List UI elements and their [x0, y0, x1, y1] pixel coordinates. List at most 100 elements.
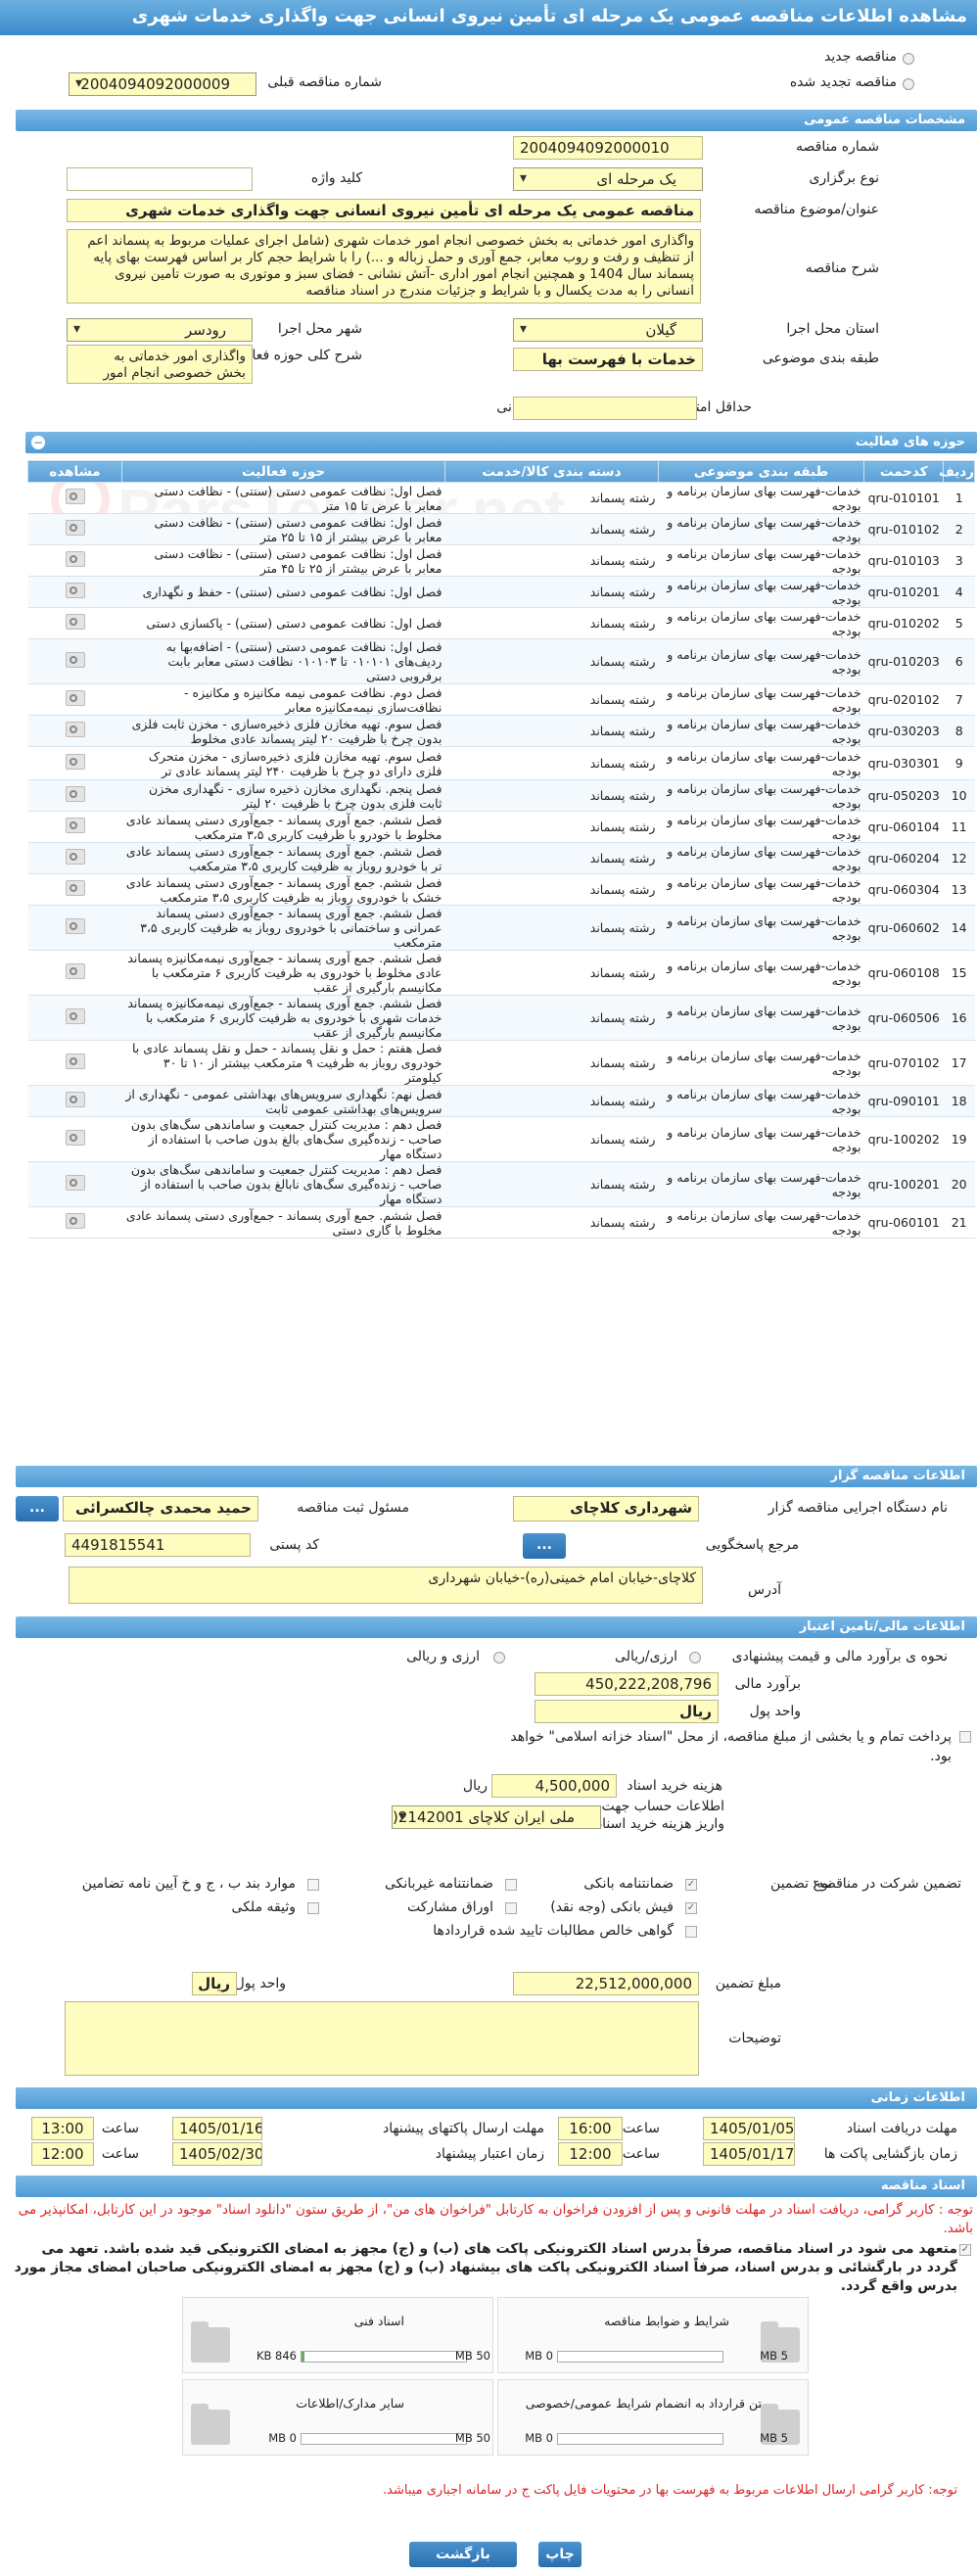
view-icon[interactable] — [65, 1008, 85, 1024]
new-tender-radio[interactable] — [903, 53, 914, 65]
row-code: qru-010103 — [863, 544, 944, 577]
doc-terms-size: 0 MB — [525, 2349, 553, 2363]
doc-terms[interactable]: شرایط و ضوابط مناقصه 0 MB 5 MB — [497, 2297, 809, 2373]
table-header-2: طبقه بندی موضوعی — [657, 460, 865, 483]
folder-icon — [191, 2404, 230, 2445]
category-label: طبقه بندی موضوعی — [762, 351, 879, 366]
province-select[interactable]: گیلان — [513, 318, 703, 342]
table-row: 20 qru-100201 خدمات-فهرست بهای سازمان برنا… — [27, 1161, 975, 1207]
view-icon[interactable] — [65, 614, 85, 630]
g4-label: فیش بانکی (وجه نقد) — [550, 1899, 674, 1915]
back-button[interactable]: بازگشت — [409, 2542, 517, 2567]
doc-other[interactable]: سایر مدارک/اطلاعات 0 MB 50 MB — [182, 2379, 493, 2456]
tender-type-select[interactable]: یک مرحله ای — [513, 167, 703, 191]
row-category: خدمات-فهرست بهای سازمان برنامه و بودجه — [658, 638, 864, 684]
doc-other-size: 0 MB — [268, 2431, 297, 2445]
row-number: 13 — [943, 873, 975, 906]
table-row: 1 qru-010101 خدمات-فهرست بهای سازمان برنام… — [27, 482, 975, 514]
row-category: خدمات-فهرست بهای سازمان برنامه و بودجه — [658, 950, 864, 996]
doc-other-max: 50 MB — [454, 2431, 490, 2445]
row-activity: فصل اول: نظافت عمومی دستی (سنتی) - پاکسا… — [121, 607, 445, 639]
view-icon[interactable] — [65, 489, 85, 504]
view-cell — [27, 1116, 122, 1162]
row-code: qru-060108 — [863, 950, 944, 996]
g5-checkbox[interactable] — [505, 1902, 517, 1914]
treasury-checkbox[interactable] — [959, 1731, 971, 1743]
view-icon[interactable] — [65, 583, 85, 598]
row-category: خدمات-فهرست بهای سازمان برنامه و بودجه — [658, 1085, 864, 1117]
account-select[interactable]: ملی ایران کلاچای 2142001( — [392, 1805, 601, 1829]
rial-radio[interactable] — [689, 1652, 701, 1663]
row-category: خدمات-فهرست بهای سازمان برنامه و بودجه — [658, 683, 864, 716]
row-number: 15 — [943, 950, 975, 996]
view-cell — [27, 638, 122, 684]
postal-field: 4491815541 — [65, 1533, 251, 1557]
g6-checkbox[interactable] — [307, 1902, 319, 1914]
view-icon[interactable] — [65, 1213, 85, 1229]
row-number: 18 — [943, 1085, 975, 1117]
keyword-input[interactable] — [67, 167, 253, 191]
row-activity: فصل دهم : مدیریت کنترل جمعیت و ساماندهی … — [121, 1161, 445, 1207]
row-number: 10 — [943, 779, 975, 812]
row-code: qru-060506 — [863, 995, 944, 1041]
ref-more-button[interactable]: ... — [523, 1533, 566, 1559]
row-code: qru-010202 — [863, 607, 944, 639]
responsible-more-button[interactable]: ... — [16, 1496, 59, 1522]
collapse-icon[interactable]: − — [31, 436, 45, 449]
commit-checkbox[interactable]: ✓ — [959, 2244, 971, 2256]
view-icon[interactable] — [65, 963, 85, 979]
notes-field — [65, 2001, 699, 2076]
estimate-type-label: نحوه ی برآورد مالی و قیمت پیشنهادی — [731, 1649, 948, 1664]
recv-time-label: ساعت — [622, 2121, 660, 2136]
table-row: 4 qru-010201 خدمات-فهرست بهای سازمان برنام… — [27, 576, 975, 608]
view-icon[interactable] — [65, 1175, 85, 1191]
keyword-label: کلید واژه — [310, 170, 362, 186]
table-row: 9 qru-030301 خدمات-فهرست بهای سازمان برنام… — [27, 746, 975, 780]
city-select[interactable]: رودسر — [67, 318, 253, 342]
g3-checkbox[interactable] — [307, 1879, 319, 1891]
row-code: qru-060104 — [863, 811, 944, 843]
fx-rial-radio[interactable] — [493, 1652, 505, 1663]
g4-checkbox[interactable]: ✓ — [685, 1902, 697, 1914]
view-icon[interactable] — [65, 652, 85, 668]
view-icon[interactable] — [65, 880, 85, 896]
row-category: خدمات-فهرست بهای سازمان برنامه و بودجه — [658, 715, 864, 747]
view-icon[interactable] — [65, 1054, 85, 1069]
view-icon[interactable] — [65, 690, 85, 706]
doc-contract-bar — [557, 2433, 723, 2445]
view-icon[interactable] — [65, 818, 85, 833]
view-icon[interactable] — [65, 722, 85, 737]
table-row: 12 qru-060204 خدمات-فهرست بهای سازمان برنا… — [27, 842, 975, 874]
view-icon[interactable] — [65, 1130, 85, 1146]
table-row: 2 qru-010102 خدمات-فهرست بهای سازمان برنام… — [27, 513, 975, 545]
view-icon[interactable] — [65, 918, 85, 934]
print-button[interactable]: چاپ — [538, 2542, 582, 2567]
g2-checkbox[interactable] — [505, 1879, 517, 1891]
row-group: رشته پسماند — [444, 950, 659, 996]
prev-number-select[interactable]: 2004094092000009 — [69, 72, 256, 96]
table-header-1: کدحمت — [863, 460, 945, 483]
row-category: خدمات-فهرست بهای سازمان برنامه و بودجه — [658, 482, 864, 514]
table-row: 14 qru-060602 خدمات-فهرست بهای سازمان برنا… — [27, 905, 975, 951]
view-icon[interactable] — [65, 1092, 85, 1107]
org-field: شهرداری کلاچای — [513, 1496, 699, 1522]
g7-checkbox[interactable] — [685, 1926, 697, 1938]
doc-other-title: سایر مدارک/اطلاعات — [296, 2396, 404, 2411]
doc-contract[interactable]: متن قرارداد به انضمام شرایط عمومی/خصوصی … — [497, 2379, 809, 2456]
doc-technical[interactable]: اسناد فنی 846 KB 50 MB — [182, 2297, 493, 2373]
row-number: 2 — [943, 513, 975, 545]
row-activity: فصل ششم. جمع آوری پسماند - جمع‌آوری دستی… — [121, 842, 445, 874]
view-icon[interactable] — [65, 551, 85, 567]
view-icon[interactable] — [65, 754, 85, 770]
guarantee-label: تضمین شرکت در مناقصه: — [812, 1876, 961, 1892]
table-row: 8 qru-030203 خدمات-فهرست بهای سازمان برنام… — [27, 715, 975, 747]
view-cell — [27, 995, 122, 1041]
renewed-tender-radio[interactable] — [903, 78, 914, 90]
view-icon[interactable] — [65, 520, 85, 536]
view-icon[interactable] — [65, 849, 85, 865]
row-number: 11 — [943, 811, 975, 843]
commitment-text: متعهد می شود در اسناد مناقصه، صرفاً بدرس… — [14, 2241, 957, 2294]
row-number: 21 — [943, 1206, 975, 1239]
view-icon[interactable] — [65, 786, 85, 802]
g1-checkbox[interactable]: ✓ — [685, 1879, 697, 1891]
